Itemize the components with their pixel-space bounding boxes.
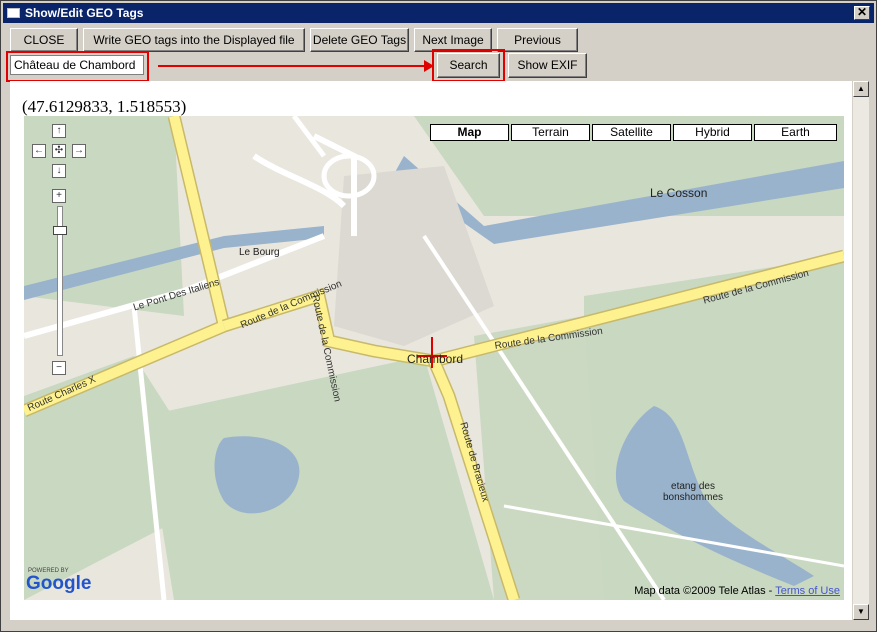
google-logo[interactable]: Google (26, 573, 91, 595)
vertical-scrollbar[interactable]: ▲ ▼ (853, 81, 869, 620)
window-close-button[interactable]: ✕ (854, 6, 870, 20)
hand-cursor-icon: ✋ (840, 432, 844, 452)
map-type-hybrid[interactable]: Hybrid (673, 124, 752, 141)
delete-geo-tags-button[interactable]: Delete GEO Tags (310, 28, 409, 52)
zoom-in-icon[interactable]: + (52, 189, 66, 203)
show-exif-button[interactable]: Show EXIF (508, 53, 587, 78)
pan-right-icon[interactable]: → (72, 144, 86, 158)
zoom-out-icon[interactable]: − (52, 361, 66, 375)
highlight-arrow-line (158, 65, 434, 67)
pan-left-icon[interactable]: ← (32, 144, 46, 158)
terms-of-use-link[interactable]: Terms of Use (775, 585, 840, 597)
zoom-slider-handle[interactable] (53, 226, 67, 235)
search-button-highlight (432, 49, 505, 82)
scroll-down-icon[interactable]: ▼ (853, 604, 869, 620)
coordinates-label: (47.6129833, 1.518553) (22, 97, 187, 116)
map-type-satellite[interactable]: Satellite (592, 124, 671, 141)
map-panel: (47.6129833, 1.518553) Map Terrain Satel… (10, 81, 852, 620)
label-chambord: Chambord (407, 352, 464, 366)
pan-down-icon[interactable]: ↓ (52, 164, 66, 178)
map-type-earth[interactable]: Earth (754, 124, 837, 141)
label-le-bourg: Le Bourg (239, 247, 280, 258)
map-type-terrain[interactable]: Terrain (511, 124, 590, 141)
label-le-cosson: Le Cosson (650, 186, 708, 200)
pan-up-icon[interactable]: ↑ (52, 124, 66, 138)
window-icon (7, 8, 20, 18)
map-view[interactable]: Map Terrain Satellite Hybrid Earth ↑ ← ✣… (24, 116, 844, 600)
map-copyright: Map data ©2009 Tele Atlas - Terms of Use (634, 585, 840, 597)
map-type-map[interactable]: Map (430, 124, 509, 141)
search-input-highlight (6, 51, 149, 82)
pan-center-icon[interactable]: ✣ (52, 144, 66, 158)
previous-image-button[interactable]: Previous Image (497, 28, 578, 69)
window-title: Show/Edit GEO Tags (25, 6, 144, 20)
copyright-text: Map data ©2009 Tele Atlas - (634, 585, 773, 597)
write-geo-tags-button[interactable]: Write GEO tags into the Displayed file (83, 28, 305, 52)
label-etang-des-bonshommes: etang des bonshommes (662, 481, 724, 503)
title-bar: Show/Edit GEO Tags ✕ (3, 3, 874, 23)
scroll-up-icon[interactable]: ▲ (853, 81, 869, 97)
close-button[interactable]: CLOSE (10, 28, 78, 52)
geo-tags-window: Show/Edit GEO Tags ✕ CLOSE Write GEO tag… (0, 0, 877, 632)
